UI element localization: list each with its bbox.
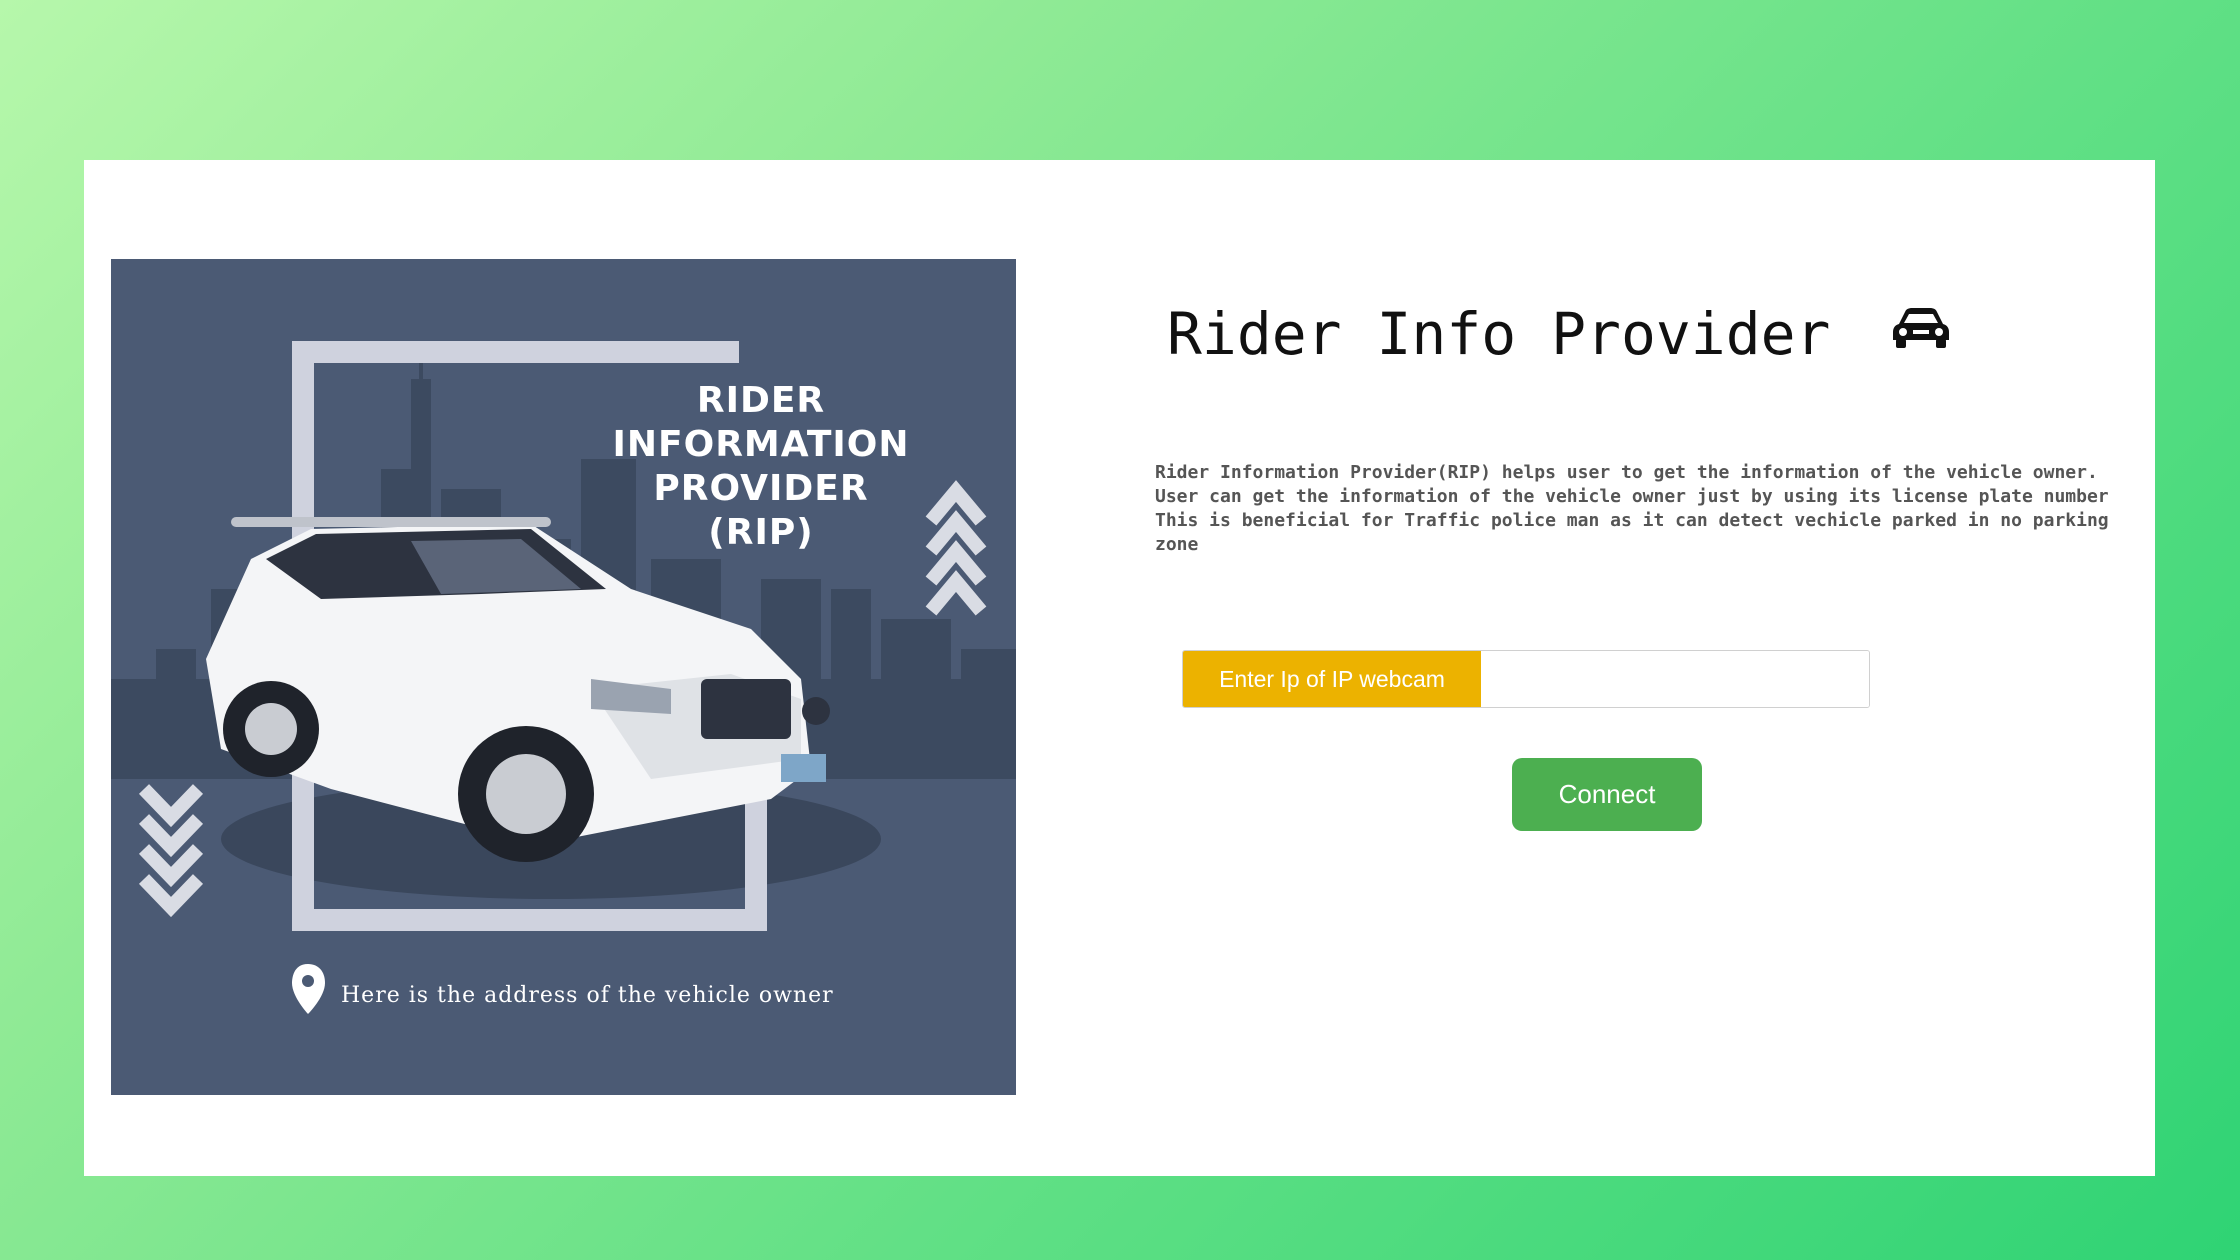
app-description: Rider Information Provider(RIP) helps us… [1155,461,2125,557]
poster-title-line: INFORMATION [612,424,910,465]
connect-button[interactable]: Connect [1512,758,1702,831]
poster-title-line: (RIP) [708,512,814,553]
page-title-text: Rider Info Provider [1167,300,1831,368]
rip-poster-image: RIDER INFORMATION PROVIDER (RIP) Here is… [111,259,1016,1095]
ip-input-label: Enter Ip of IP webcam [1183,651,1481,707]
poster-address-text: Here is the address of the vehicle owner [341,983,834,1008]
main-card: RIDER INFORMATION PROVIDER (RIP) Here is… [84,160,2155,1176]
chevron-down-icon [138,784,204,918]
poster-title-line: PROVIDER [653,468,869,509]
location-pin-icon [292,964,325,1014]
poster-title: RIDER INFORMATION PROVIDER (RIP) [561,379,961,555]
ip-input-group: Enter Ip of IP webcam [1182,650,1870,708]
car-icon [1891,296,1951,364]
description-paragraph: This is beneficial for Traffic police ma… [1155,510,2109,555]
poster-title-line: RIDER [696,380,826,421]
page-title: Rider Info Provider [1167,300,1951,372]
description-paragraph: Rider Information Provider(RIP) helps us… [1155,462,2109,507]
ip-webcam-input[interactable] [1481,651,1869,707]
